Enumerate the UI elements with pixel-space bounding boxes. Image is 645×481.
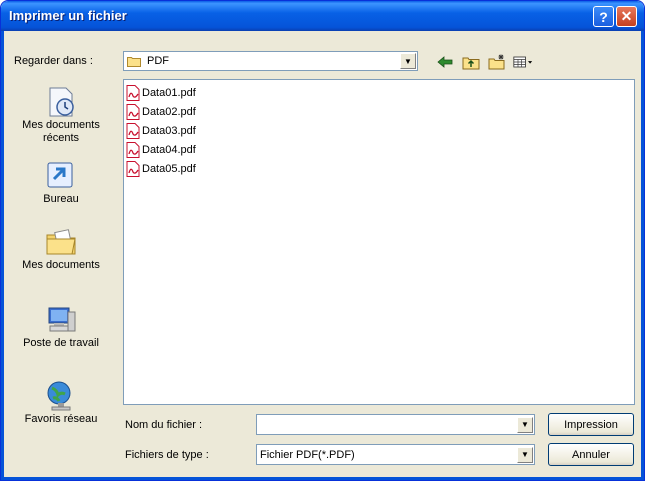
back-icon[interactable]: [435, 52, 455, 72]
folder-icon: [127, 56, 141, 67]
file-type-value: Fichier PDF(*.PDF): [260, 448, 355, 461]
help-icon[interactable]: ?: [593, 6, 614, 27]
cancel-button[interactable]: Annuler: [548, 443, 634, 466]
place-label: Bureau: [43, 193, 79, 205]
chevron-down-icon[interactable]: ▼: [517, 416, 533, 433]
pdf-file-icon: [126, 161, 140, 177]
place-label: Poste de travail: [23, 337, 99, 349]
file-list[interactable]: Data01.pdf Data02.pdf Data03.pdf Data04.…: [123, 79, 635, 405]
window-frame-bottom: [1, 477, 644, 480]
dialog-toolbar: [435, 51, 533, 73]
recent-docs-icon: [49, 87, 74, 117]
look-in-value: PDF: [147, 55, 169, 67]
place-label: Mes documents: [22, 119, 100, 131]
up-folder-icon[interactable]: [461, 52, 481, 72]
file-name: Data01.pdf: [142, 87, 196, 99]
close-icon[interactable]: ✕: [616, 6, 637, 27]
chevron-down-icon[interactable]: ▼: [517, 446, 533, 463]
look-in-label: Regarder dans :: [14, 55, 93, 67]
my-documents-icon: [46, 229, 76, 255]
pdf-file-icon: [126, 104, 140, 120]
file-type-label: Fichiers de type :: [125, 449, 209, 461]
place-my-computer[interactable]: Poste de travail: [5, 303, 117, 350]
list-item[interactable]: Data01.pdf: [126, 84, 196, 102]
place-label: Favoris réseau: [24, 413, 98, 425]
file-type-dropdown[interactable]: Fichier PDF(*.PDF) ▼: [256, 444, 535, 465]
network-places-icon: [47, 381, 71, 411]
file-name-label: Nom du fichier :: [125, 419, 203, 431]
list-item[interactable]: Data03.pdf: [126, 122, 196, 140]
pdf-file-icon: [126, 85, 140, 101]
list-item[interactable]: Data02.pdf: [126, 103, 196, 121]
places-bar: Mes documents récents Bureau Mes documen…: [5, 79, 117, 441]
list-item[interactable]: Data05.pdf: [126, 160, 196, 178]
file-name: Data04.pdf: [142, 144, 196, 156]
pdf-file-icon: [126, 123, 140, 139]
place-recent-documents[interactable]: Mes documents récents: [5, 85, 117, 145]
chevron-down-icon[interactable]: ▼: [400, 53, 416, 69]
window-title: Imprimer un fichier: [9, 8, 127, 23]
file-name: Data02.pdf: [142, 106, 196, 118]
new-folder-icon[interactable]: [487, 52, 507, 72]
list-item[interactable]: Data04.pdf: [126, 141, 196, 159]
title-bar[interactable]: Imprimer un fichier ? ✕: [1, 1, 644, 31]
window-frame-right: [641, 31, 644, 480]
place-label: Mes documents: [22, 259, 100, 271]
look-in-dropdown[interactable]: PDF ▼: [123, 51, 418, 71]
place-label: récents: [42, 132, 80, 144]
pdf-file-icon: [126, 142, 140, 158]
file-name: Data05.pdf: [142, 163, 196, 175]
file-name: Data03.pdf: [142, 125, 196, 137]
print-file-dialog: Imprimer un fichier ? ✕ Regarder dans : …: [0, 0, 645, 481]
place-desktop[interactable]: Bureau: [5, 159, 117, 206]
desktop-icon: [47, 162, 73, 188]
place-network-places[interactable]: Favoris réseau: [5, 379, 117, 426]
place-my-documents[interactable]: Mes documents: [5, 225, 117, 272]
file-name-field[interactable]: ▼: [256, 414, 535, 435]
window-frame-left: [1, 31, 4, 480]
print-button[interactable]: Impression: [548, 413, 634, 436]
my-computer-icon: [48, 307, 76, 332]
view-menu-icon[interactable]: [513, 52, 533, 72]
